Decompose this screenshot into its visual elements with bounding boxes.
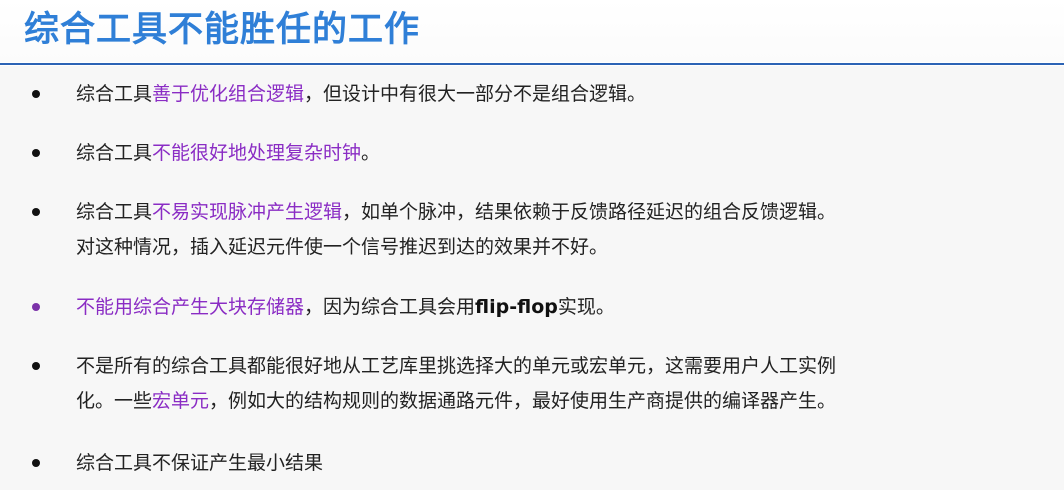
bullet-2-highlight: 不能很好地处理复杂时钟 xyxy=(152,142,362,164)
bullet-text-2: 综合工具不能很好地处理复杂时钟。 xyxy=(76,136,1056,171)
bullet-item-6: 综合工具不保证产生最小结果 xyxy=(0,446,1064,481)
bullet-4-bold-term: flip-flop xyxy=(475,296,558,318)
bullet-2-suffix: 。 xyxy=(361,142,381,164)
bullet-dot-icon xyxy=(32,208,40,216)
bullet-text-1: 综合工具善于优化组合逻辑，但设计中有很大一部分不是组合逻辑。 xyxy=(76,77,1056,112)
bullet-3-prefix: 综合工具 xyxy=(76,201,153,223)
bullet-text-3-line-1: 综合工具不易实现脉冲产生逻辑，如单个脉冲，结果依赖于反馈路径延迟的组合反馈逻辑。 xyxy=(76,195,1056,230)
bullet-item-4: 不能用综合产生大块存储器，因为综合工具会用flip-flop实现。 xyxy=(0,290,1064,325)
bullet-text-5-line-1: 不是所有的综合工具都能很好地从工艺库里挑选择大的单元或宏单元，这需要用户人工实例 xyxy=(76,355,837,377)
bullet-4-suffix: 实现。 xyxy=(557,296,615,318)
bullet-item-5: 不是所有的综合工具都能很好地从工艺库里挑选择大的单元或宏单元，这需要用户人工实例… xyxy=(0,349,1064,419)
bullet-dot-icon xyxy=(32,303,40,311)
bullet-text-3-line-2: 对这种情况，插入延迟元件使一个信号推迟到达的效果并不好。 xyxy=(76,236,609,258)
bullet-4-highlight: 不能用综合产生大块存储器 xyxy=(76,296,305,318)
bullet-1-prefix: 综合工具 xyxy=(76,83,153,105)
bullet-1-suffix: ，但设计中有很大一部分不是组合逻辑。 xyxy=(304,83,647,105)
bullet-1-highlight: 善于优化组合逻辑 xyxy=(152,83,305,105)
bullet-dot-icon xyxy=(32,459,40,467)
bullet-item-2: 综合工具不能很好地处理复杂时钟。 xyxy=(0,136,1064,171)
bullet-5-highlight: 宏单元 xyxy=(152,390,210,412)
title-divider xyxy=(0,63,1064,65)
slide-content: 综合工具善于优化组合逻辑，但设计中有很大一部分不是组合逻辑。 综合工具不能很好地… xyxy=(0,66,1064,490)
slide: 综合工具不能胜任的工作 综合工具善于优化组合逻辑，但设计中有很大一部分不是组合逻… xyxy=(0,0,1064,490)
bullet-4-middle: ，因为综合工具会用 xyxy=(304,296,476,318)
bullet-dot-icon xyxy=(32,149,40,157)
bullet-5-suffix: ，例如大的结构规则的数据通路元件，最好使用生产商提供的编译器产生。 xyxy=(209,390,837,412)
bullet-3-highlight: 不易实现脉冲产生逻辑 xyxy=(152,201,343,223)
bullet-item-1: 综合工具善于优化组合逻辑，但设计中有很大一部分不是组合逻辑。 xyxy=(0,77,1064,112)
slide-title: 综合工具不能胜任的工作 xyxy=(24,10,421,50)
bullet-dot-icon xyxy=(32,90,40,98)
bullet-item-3: 综合工具不易实现脉冲产生逻辑，如单个脉冲，结果依赖于反馈路径延迟的组合反馈逻辑。… xyxy=(0,195,1064,265)
bullet-3-suffix: ，如单个脉冲，结果依赖于反馈路径延迟的组合反馈逻辑。 xyxy=(342,201,837,223)
bullet-5-prefix: 化。一些 xyxy=(76,390,153,412)
bullet-dot-icon xyxy=(32,362,40,370)
bullet-text-5-line-2: 化。一些宏单元，例如大的结构规则的数据通路元件，最好使用生产商提供的编译器产生。 xyxy=(76,384,1056,419)
bullet-text-6: 综合工具不保证产生最小结果 xyxy=(76,452,324,474)
bullet-text-4: 不能用综合产生大块存储器，因为综合工具会用flip-flop实现。 xyxy=(76,290,1056,325)
bullet-2-prefix: 综合工具 xyxy=(76,142,153,164)
title-bar: 综合工具不能胜任的工作 xyxy=(0,0,1064,62)
